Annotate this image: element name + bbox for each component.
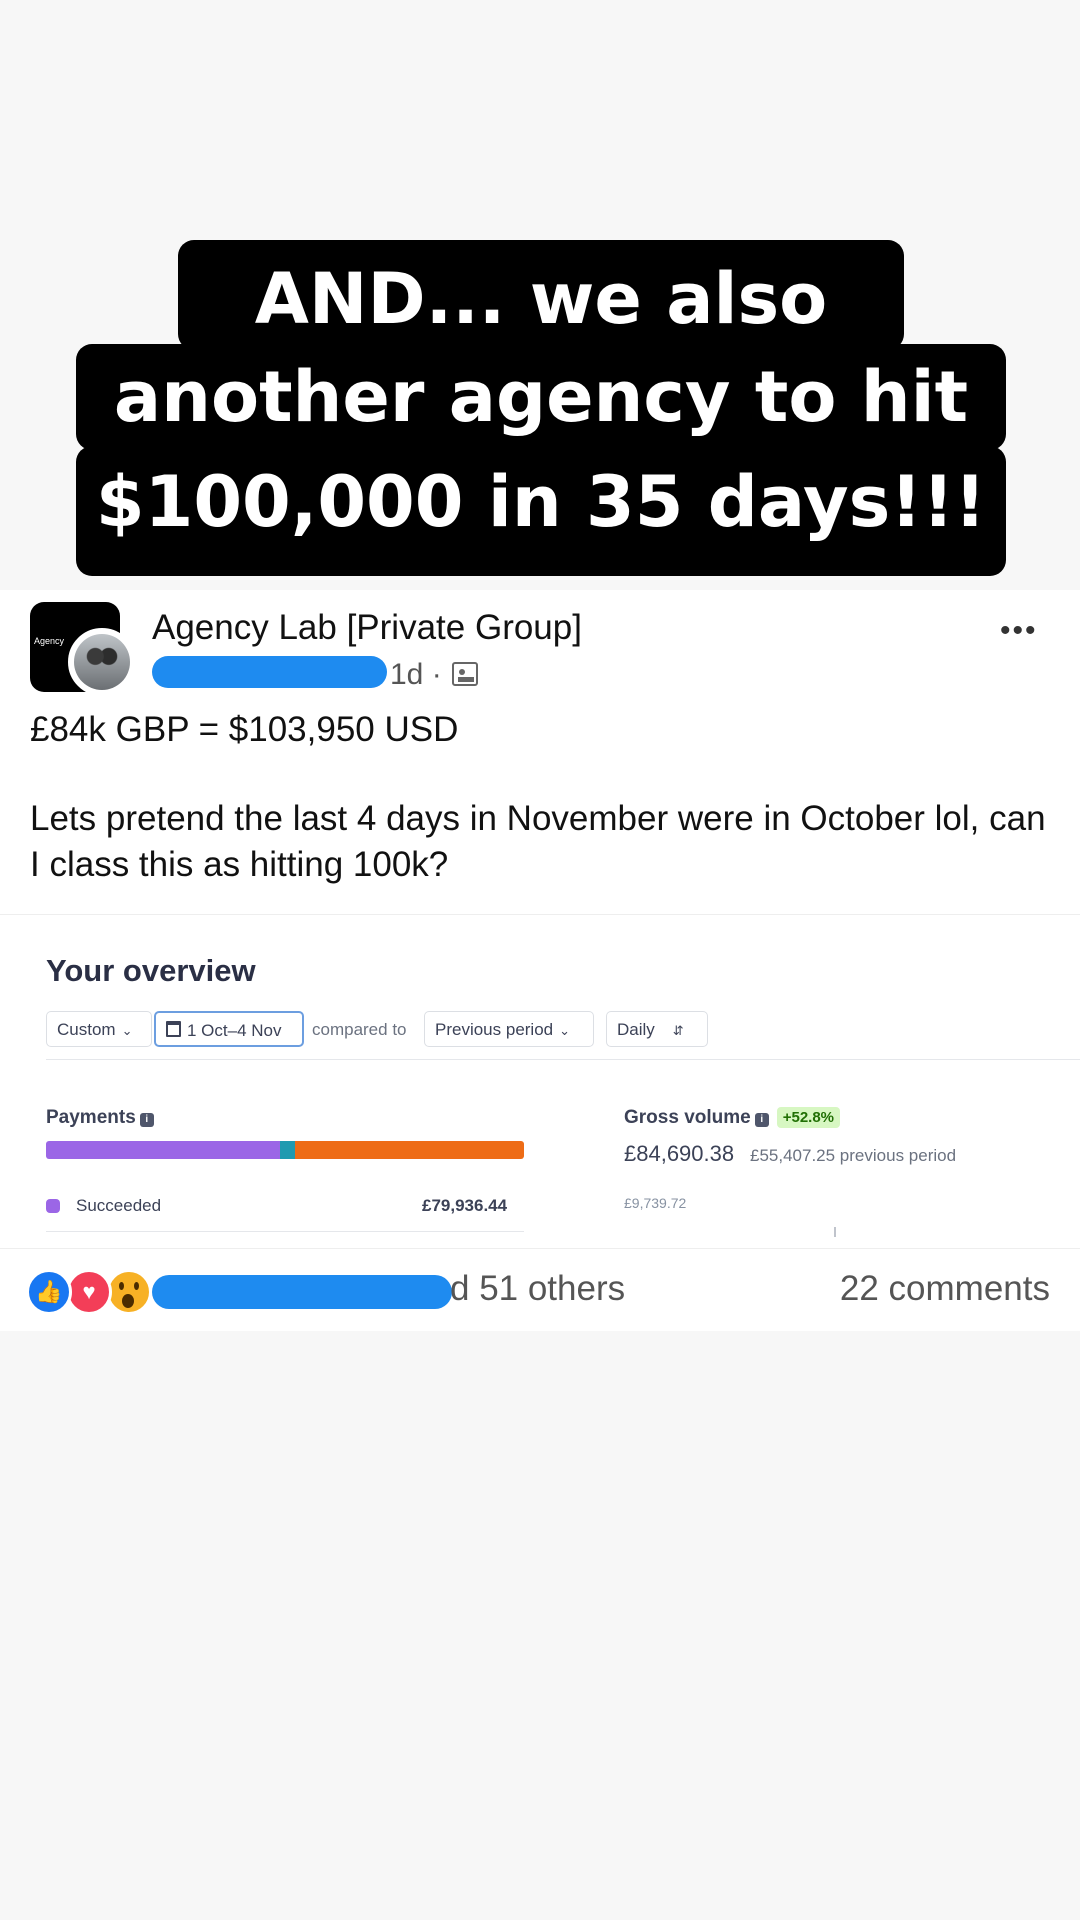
post-text-body: Lets pretend the last 4 days in November… [30, 799, 1046, 884]
range-type-label: Custom [57, 1020, 116, 1039]
compared-to-label: compared to [312, 1020, 407, 1039]
gross-volume-axis-label: £9,739.72 [624, 1195, 687, 1211]
payments-bar-segment-0 [46, 1141, 281, 1159]
payments-title-text: Payments [46, 1107, 136, 1128]
succeeded-legend-label: Succeeded [76, 1196, 162, 1215]
like-icon[interactable]: 👍 [26, 1269, 72, 1315]
redacted-author-name [152, 656, 387, 688]
succeeded-legend-dot [46, 1199, 60, 1213]
info-icon: i [754, 1113, 769, 1127]
post-timestamp[interactable]: 1d · [390, 658, 442, 692]
gross-volume-title-text: Gross volume [624, 1107, 751, 1128]
group-privacy-icon [452, 662, 478, 686]
payments-divider [46, 1231, 524, 1232]
post-text-headline: £84k GBP = $103,950 USD [30, 710, 459, 749]
interval-select: Daily ⇵ [606, 1011, 708, 1047]
wow-icon[interactable] [106, 1269, 152, 1315]
updown-chevron-icon: ⇵ [672, 1023, 684, 1038]
gross-volume-title: Gross volume i +52.8% [624, 1107, 841, 1129]
headline-line-1: AND... we also got [178, 240, 904, 458]
range-type-select: Custom ⌄ [46, 1011, 152, 1047]
chart-tick [834, 1227, 836, 1237]
headline-line-3: $100,000 in 35 days!!! [76, 446, 1006, 576]
chevron-down-icon: ⌄ [559, 1023, 571, 1038]
date-range-picker: 1 Oct–4 Nov [154, 1011, 304, 1047]
group-avatar-label: Agency [34, 636, 65, 646]
gross-volume-value: £84,690.38 [624, 1141, 735, 1166]
interval-label: Daily [617, 1020, 655, 1039]
stripe-overview-screenshot[interactable]: Your overview Custom ⌄ 1 Oct–4 Nov compar… [0, 914, 1080, 1243]
calendar-icon [166, 1021, 181, 1037]
payments-bar-segment-2 [294, 1141, 524, 1159]
love-icon[interactable]: ♥ [66, 1269, 112, 1315]
info-icon: i [139, 1113, 154, 1127]
user-avatar[interactable] [68, 628, 136, 696]
payments-status-bar [46, 1141, 524, 1159]
date-range-label: 1 Oct–4 Nov [187, 1021, 282, 1040]
chevron-down-icon: ⌄ [121, 1023, 133, 1038]
succeeded-amount: £79,936.44 [422, 1196, 508, 1215]
headline-line-2: another agency to hit [76, 344, 1006, 450]
controls-divider [46, 1059, 1080, 1060]
group-name-link[interactable]: Agency Lab [Private Group] [152, 608, 582, 648]
comparison-label: Previous period [435, 1020, 554, 1039]
comparison-select: Previous period ⌄ [424, 1011, 594, 1047]
reactions-bar: 👍 ♥ d 51 others 22 comments [0, 1248, 1080, 1331]
more-options-button[interactable]: ••• [1000, 614, 1038, 648]
facebook-post: Agency Agency Lab [Private Group] 1d · •… [0, 590, 1080, 1330]
redacted-reactor-names [152, 1275, 452, 1309]
payments-title: Payments i [46, 1107, 154, 1129]
comments-count-link[interactable]: 22 comments [840, 1269, 1050, 1309]
overview-title: Your overview [46, 953, 256, 988]
gross-volume-previous: £55,407.25 previous period [750, 1146, 957, 1165]
reactions-others-count[interactable]: d 51 others [450, 1269, 625, 1309]
payments-bar-segment-1 [280, 1141, 295, 1159]
change-badge: +52.8% [776, 1107, 841, 1128]
